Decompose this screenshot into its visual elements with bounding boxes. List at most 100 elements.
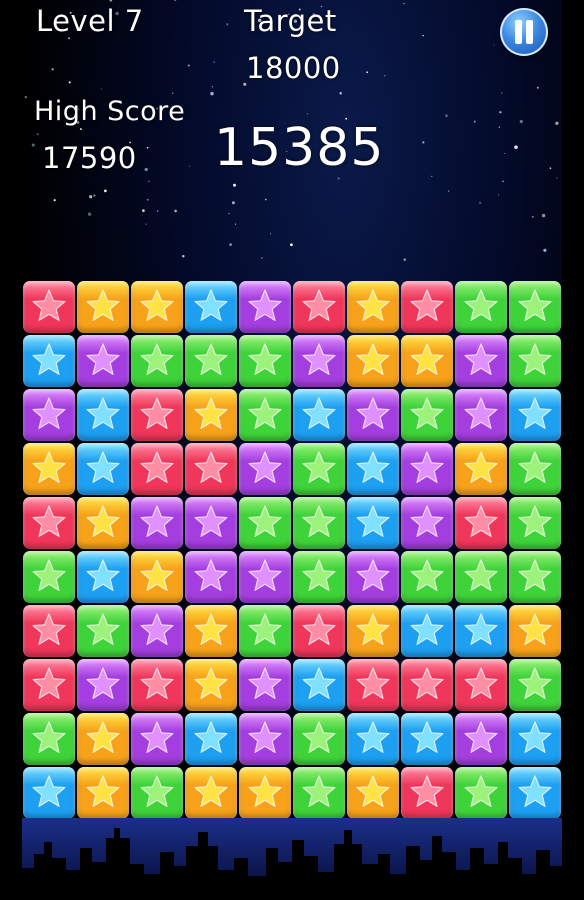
- purple-star-tile[interactable]: [239, 443, 291, 495]
- blue-star-tile[interactable]: [509, 767, 561, 819]
- purple-star-tile[interactable]: [239, 713, 291, 765]
- green-star-tile[interactable]: [509, 659, 561, 711]
- blue-star-tile[interactable]: [185, 713, 237, 765]
- red-star-tile[interactable]: [131, 659, 183, 711]
- green-star-tile[interactable]: [401, 389, 453, 441]
- purple-star-tile[interactable]: [401, 497, 453, 549]
- green-star-tile[interactable]: [239, 389, 291, 441]
- red-star-tile[interactable]: [347, 659, 399, 711]
- green-star-tile[interactable]: [23, 713, 75, 765]
- red-star-tile[interactable]: [293, 605, 345, 657]
- red-star-tile[interactable]: [23, 497, 75, 549]
- green-star-tile[interactable]: [293, 551, 345, 603]
- blue-star-tile[interactable]: [293, 659, 345, 711]
- green-star-tile[interactable]: [293, 713, 345, 765]
- purple-star-tile[interactable]: [347, 551, 399, 603]
- green-star-tile[interactable]: [455, 281, 507, 333]
- blue-star-tile[interactable]: [347, 443, 399, 495]
- orange-star-tile[interactable]: [77, 497, 129, 549]
- blue-star-tile[interactable]: [509, 713, 561, 765]
- orange-star-tile[interactable]: [347, 767, 399, 819]
- green-star-tile[interactable]: [509, 551, 561, 603]
- orange-star-tile[interactable]: [77, 767, 129, 819]
- blue-star-tile[interactable]: [509, 389, 561, 441]
- purple-star-tile[interactable]: [77, 335, 129, 387]
- green-star-tile[interactable]: [77, 605, 129, 657]
- blue-star-tile[interactable]: [293, 389, 345, 441]
- purple-star-tile[interactable]: [347, 389, 399, 441]
- green-star-tile[interactable]: [293, 443, 345, 495]
- green-star-tile[interactable]: [23, 551, 75, 603]
- pause-button[interactable]: [500, 8, 548, 56]
- green-star-tile[interactable]: [509, 497, 561, 549]
- red-star-tile[interactable]: [401, 281, 453, 333]
- orange-star-tile[interactable]: [77, 713, 129, 765]
- purple-star-tile[interactable]: [401, 443, 453, 495]
- red-star-tile[interactable]: [23, 281, 75, 333]
- purple-star-tile[interactable]: [455, 389, 507, 441]
- orange-star-tile[interactable]: [347, 605, 399, 657]
- purple-star-tile[interactable]: [239, 551, 291, 603]
- red-star-tile[interactable]: [23, 659, 75, 711]
- purple-star-tile[interactable]: [131, 605, 183, 657]
- blue-star-tile[interactable]: [77, 551, 129, 603]
- green-star-tile[interactable]: [509, 443, 561, 495]
- orange-star-tile[interactable]: [185, 389, 237, 441]
- green-star-tile[interactable]: [239, 335, 291, 387]
- green-star-tile[interactable]: [293, 497, 345, 549]
- green-star-tile[interactable]: [455, 551, 507, 603]
- green-star-tile[interactable]: [293, 767, 345, 819]
- green-star-tile[interactable]: [509, 281, 561, 333]
- orange-star-tile[interactable]: [77, 281, 129, 333]
- orange-star-tile[interactable]: [347, 335, 399, 387]
- green-star-tile[interactable]: [401, 551, 453, 603]
- blue-star-tile[interactable]: [401, 713, 453, 765]
- orange-star-tile[interactable]: [131, 281, 183, 333]
- purple-star-tile[interactable]: [185, 497, 237, 549]
- purple-star-tile[interactable]: [455, 335, 507, 387]
- purple-star-tile[interactable]: [185, 551, 237, 603]
- purple-star-tile[interactable]: [131, 497, 183, 549]
- purple-star-tile[interactable]: [23, 389, 75, 441]
- red-star-tile[interactable]: [293, 281, 345, 333]
- orange-star-tile[interactable]: [509, 605, 561, 657]
- red-star-tile[interactable]: [455, 659, 507, 711]
- blue-star-tile[interactable]: [347, 497, 399, 549]
- orange-star-tile[interactable]: [455, 443, 507, 495]
- purple-star-tile[interactable]: [239, 281, 291, 333]
- red-star-tile[interactable]: [401, 659, 453, 711]
- blue-star-tile[interactable]: [185, 281, 237, 333]
- orange-star-tile[interactable]: [131, 551, 183, 603]
- orange-star-tile[interactable]: [185, 659, 237, 711]
- green-star-tile[interactable]: [509, 335, 561, 387]
- red-star-tile[interactable]: [455, 497, 507, 549]
- orange-star-tile[interactable]: [23, 443, 75, 495]
- green-star-tile[interactable]: [131, 767, 183, 819]
- blue-star-tile[interactable]: [23, 335, 75, 387]
- blue-star-tile[interactable]: [77, 443, 129, 495]
- green-star-tile[interactable]: [239, 497, 291, 549]
- purple-star-tile[interactable]: [131, 713, 183, 765]
- red-star-tile[interactable]: [23, 605, 75, 657]
- purple-star-tile[interactable]: [77, 659, 129, 711]
- red-star-tile[interactable]: [401, 767, 453, 819]
- red-star-tile[interactable]: [131, 389, 183, 441]
- orange-star-tile[interactable]: [239, 767, 291, 819]
- blue-star-tile[interactable]: [401, 605, 453, 657]
- red-star-tile[interactable]: [185, 443, 237, 495]
- blue-star-tile[interactable]: [23, 767, 75, 819]
- green-star-tile[interactable]: [185, 335, 237, 387]
- purple-star-tile[interactable]: [239, 659, 291, 711]
- blue-star-tile[interactable]: [77, 389, 129, 441]
- orange-star-tile[interactable]: [347, 281, 399, 333]
- green-star-tile[interactable]: [239, 605, 291, 657]
- orange-star-tile[interactable]: [401, 335, 453, 387]
- green-star-tile[interactable]: [131, 335, 183, 387]
- red-star-tile[interactable]: [131, 443, 183, 495]
- purple-star-tile[interactable]: [455, 713, 507, 765]
- blue-star-tile[interactable]: [347, 713, 399, 765]
- purple-star-tile[interactable]: [293, 335, 345, 387]
- blue-star-tile[interactable]: [455, 605, 507, 657]
- green-star-tile[interactable]: [455, 767, 507, 819]
- orange-star-tile[interactable]: [185, 767, 237, 819]
